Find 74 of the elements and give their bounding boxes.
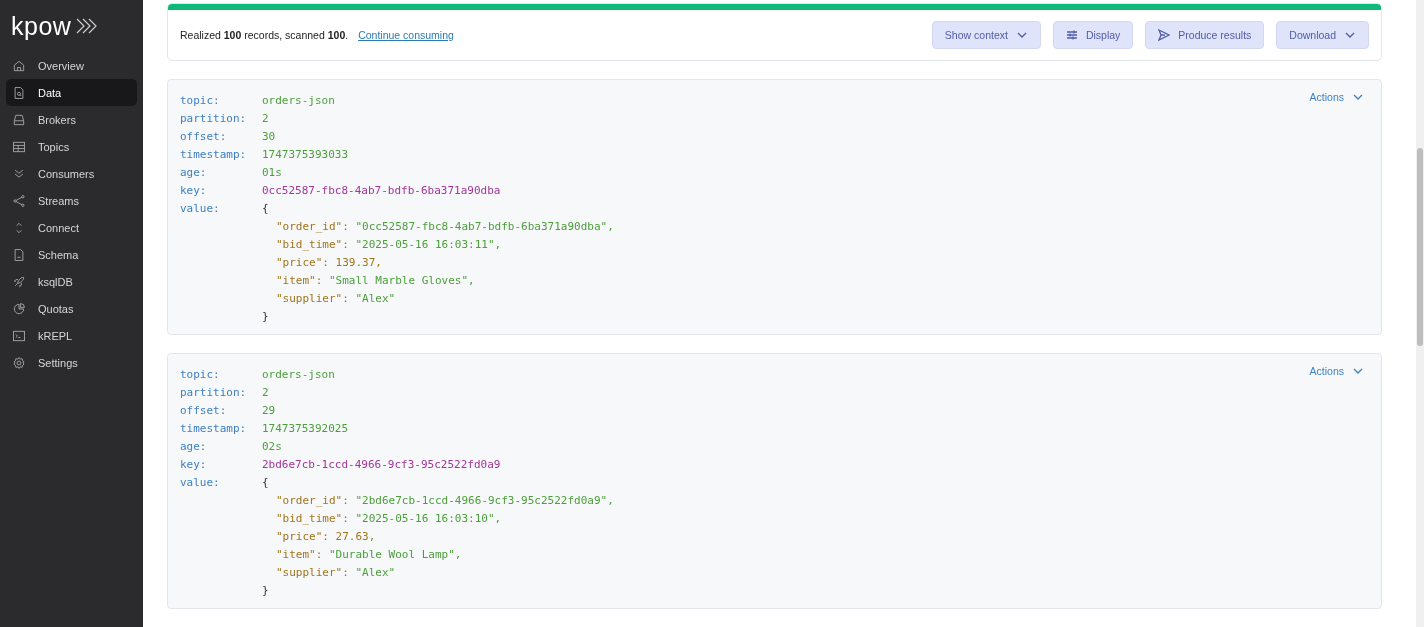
share-icon xyxy=(12,193,26,208)
json-brace: { xyxy=(262,475,269,491)
summary-text: Realized 100 records, scanned 100. xyxy=(180,29,349,41)
actions-button[interactable]: Actions xyxy=(1303,364,1370,378)
field-label: offset: xyxy=(180,403,228,419)
field-value: 2bd6e7cb-1ccd-4966-9cf3-95c2522fd0a9 xyxy=(262,457,501,473)
field-label: key: xyxy=(180,183,208,199)
sidebar-item[interactable]: Quotas xyxy=(6,295,137,322)
json-line: "supplier": "Alex" xyxy=(275,565,396,581)
json-line: "item": "Small Marble Gloves", xyxy=(275,273,475,289)
home-icon xyxy=(12,58,26,73)
json-brace: } xyxy=(262,583,269,599)
json-brace: { xyxy=(262,201,269,217)
json-line: "bid_time": "2025-05-16 16:03:11", xyxy=(275,237,502,253)
field-value: 0cc52587-fbc8-4ab7-bdfb-6ba371a90dba xyxy=(262,183,501,199)
drive-icon xyxy=(12,112,26,127)
terminal-icon xyxy=(12,328,26,343)
json-brace: } xyxy=(262,309,269,325)
sidebar-item[interactable]: Connect xyxy=(6,214,137,241)
json-line: "bid_time": "2025-05-16 16:03:10", xyxy=(275,511,502,527)
continue-link[interactable]: Continue consuming xyxy=(358,29,454,41)
field-label: topic: xyxy=(180,367,221,383)
send-icon xyxy=(1158,29,1171,41)
toolbar-button[interactable]: Show context xyxy=(931,21,1041,49)
sidebar-item[interactable]: Consumers xyxy=(6,160,137,187)
sidebar-item[interactable]: ksqlDB xyxy=(6,268,137,295)
sidebar-item[interactable]: Settings xyxy=(6,349,137,376)
sidebar-item[interactable]: Schema xyxy=(6,241,137,268)
json-line: "supplier": "Alex" xyxy=(275,291,396,307)
rocket-icon xyxy=(12,274,26,289)
field-value: 29 xyxy=(262,403,276,419)
field-value: 02s xyxy=(262,439,282,455)
field-label: topic: xyxy=(180,93,221,109)
logo[interactable]: kpow xyxy=(11,11,72,41)
document-search-icon xyxy=(12,85,26,100)
field-label: age: xyxy=(180,439,208,455)
field-value: orders-json xyxy=(262,367,335,383)
json-line: "price": 27.63, xyxy=(275,529,376,545)
json-line: "item": "Durable Wool Lamp", xyxy=(275,547,462,563)
document-icon xyxy=(12,247,26,262)
sidebar-item[interactable]: Topics xyxy=(6,133,137,160)
field-value: orders-json xyxy=(262,93,335,109)
sidebar-item[interactable]: Streams xyxy=(6,187,137,214)
field-label: timestamp: xyxy=(180,147,248,163)
sidebar-item[interactable]: Overview xyxy=(6,52,137,79)
field-label: partition: xyxy=(180,111,248,127)
toolbar-button[interactable]: Produce results xyxy=(1145,21,1265,49)
json-line: "price": 139.37, xyxy=(275,255,382,271)
field-label: offset: xyxy=(180,129,228,145)
field-value: 1747375392025 xyxy=(262,421,349,437)
field-value: 01s xyxy=(262,165,282,181)
field-label: timestamp: xyxy=(180,421,248,437)
json-line: "order_id": "0cc52587-fbc8-4ab7-bdfb-6ba371a90dba", xyxy=(275,219,614,235)
field-label: age: xyxy=(180,165,208,181)
toolbar-button[interactable]: Display xyxy=(1052,21,1134,49)
json-line: "order_id": "2bd6e7cb-1ccd-4966-9cf3-95c2522fd0a9", xyxy=(275,493,614,509)
field-value: 30 xyxy=(262,129,276,145)
field-label: partition: xyxy=(180,385,248,401)
settings-icon xyxy=(12,355,26,370)
field-value: 1747375393033 xyxy=(262,147,349,163)
actions-button[interactable]: Actions xyxy=(1303,90,1370,104)
pie-chart-icon xyxy=(12,301,26,316)
field-value: 2 xyxy=(262,385,269,401)
field-label: value: xyxy=(180,475,221,491)
scrollbar[interactable] xyxy=(1416,0,1424,627)
sliders-icon xyxy=(1065,29,1078,41)
sidebar-item[interactable]: kREPL xyxy=(6,322,137,349)
toolbar-button[interactable]: Download xyxy=(1276,21,1369,49)
field-label: value: xyxy=(180,201,221,217)
sidebar-item[interactable]: Brokers xyxy=(6,106,137,133)
table-icon xyxy=(12,139,26,154)
field-label: key: xyxy=(180,457,208,473)
sidebar-item[interactable]: Data xyxy=(6,79,137,106)
field-value: 2 xyxy=(262,111,269,127)
